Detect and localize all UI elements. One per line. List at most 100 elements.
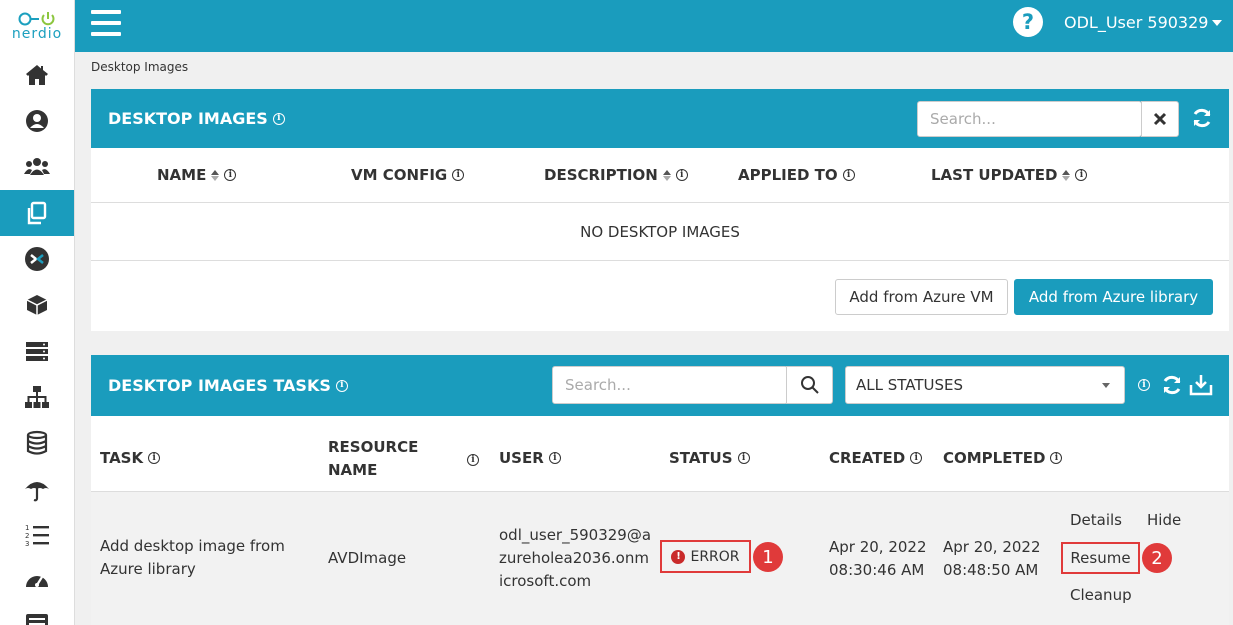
info-icon[interactable]: i	[335, 379, 348, 392]
empty-message: NO DESKTOP IMAGES	[91, 203, 1229, 261]
details-link[interactable]: Details	[1070, 511, 1122, 529]
list-alt-icon	[26, 614, 48, 625]
user-line-3: icrosoft.com	[499, 572, 592, 590]
info-icon[interactable]: i	[675, 169, 688, 181]
info-icon[interactable]: i	[224, 169, 237, 181]
col-applied-to[interactable]: APPLIED TO i	[738, 166, 855, 184]
sidebar-item-home[interactable]	[0, 52, 74, 98]
error-icon: !	[671, 549, 686, 564]
info-icon[interactable]: i	[1138, 379, 1150, 391]
sidebar-item-users[interactable]	[0, 144, 74, 190]
task-line-2: Azure library	[100, 560, 196, 578]
sidebar-item-database[interactable]	[0, 420, 74, 466]
clear-search-button[interactable]	[1141, 101, 1179, 137]
sidebar-item-list[interactable]: 123	[0, 512, 74, 558]
info-icon[interactable]: i	[1050, 452, 1063, 464]
table-row[interactable]: Add desktop image from Azure library AVD…	[91, 492, 1229, 625]
col-name[interactable]: NAME i	[157, 166, 237, 184]
refresh-button[interactable]	[1191, 107, 1213, 133]
info-icon[interactable]: i	[452, 169, 465, 181]
desktop-images-title: DESKTOP IMAGES	[108, 109, 268, 128]
svg-text:1: 1	[25, 524, 29, 532]
info-icon[interactable]: i	[1075, 169, 1088, 181]
col-vm-config[interactable]: VM CONFIG i	[351, 166, 465, 184]
col-resource-name[interactable]: RESOURCE NAME	[328, 436, 418, 482]
col-status-label: STATUS	[669, 449, 733, 467]
info-icon[interactable]: i	[148, 452, 161, 464]
info-icon[interactable]: i	[548, 452, 561, 464]
dashboard-gauge-icon	[26, 576, 48, 587]
status-badge[interactable]: ! ERROR	[660, 540, 751, 573]
sidebar-item-box[interactable]	[0, 282, 74, 328]
status-filter-select[interactable]: ALL STATUSES	[845, 366, 1125, 404]
close-icon	[1153, 112, 1167, 126]
add-from-azure-library-button[interactable]: Add from Azure library	[1014, 279, 1213, 315]
col-task[interactable]: TASK i	[100, 449, 161, 467]
created-cell: Apr 20, 2022 08:30:46 AM	[829, 536, 927, 582]
col-resource-label-2: NAME	[328, 461, 378, 479]
completed-time: 08:48:50 AM	[943, 561, 1039, 579]
sort-icon	[1062, 169, 1071, 181]
copy-icon	[27, 201, 47, 225]
user-line-2: zureholea2036.onm	[499, 549, 649, 567]
info-icon[interactable]: i	[910, 452, 923, 464]
info-icon[interactable]: i	[737, 452, 750, 464]
sidebar-item-dashboard[interactable]	[0, 558, 74, 604]
col-user-label: USER	[499, 449, 544, 467]
breadcrumb[interactable]: Desktop Images	[91, 60, 188, 74]
col-applied-to-label: APPLIED TO	[738, 166, 838, 184]
col-user[interactable]: USER i	[499, 449, 561, 467]
refresh-icon	[1193, 108, 1211, 128]
sidebar-item-network[interactable]	[0, 374, 74, 420]
sidebar-item-desktop-images[interactable]	[0, 190, 74, 236]
resume-link[interactable]: Resume	[1061, 542, 1140, 574]
desktop-images-search-input[interactable]: Search...	[917, 101, 1142, 137]
resource-cell: AVDImage	[328, 549, 407, 567]
select-caret-icon	[1102, 383, 1110, 388]
add-from-azure-vm-button[interactable]: Add from Azure VM	[835, 279, 1008, 315]
desktop-images-table-header: NAME i VM CONFIG i DESCRIPTION i APPLIED…	[91, 148, 1229, 203]
database-icon	[26, 430, 48, 455]
completed-date: Apr 20, 2022	[943, 538, 1041, 556]
sidebar-item-user[interactable]	[0, 98, 74, 144]
refresh-icon	[1163, 375, 1181, 395]
cleanup-link[interactable]: Cleanup	[1070, 586, 1132, 604]
tasks-search-input[interactable]: Search...	[552, 366, 788, 404]
col-vm-config-label: VM CONFIG	[351, 166, 448, 184]
user-line-1: odl_user_590329@a	[499, 526, 652, 544]
tasks-search-button[interactable]	[786, 366, 833, 404]
col-completed[interactable]: COMPLETED i	[943, 449, 1063, 467]
svg-text:2: 2	[25, 532, 29, 540]
sidebar-item-remote[interactable]	[0, 236, 74, 282]
svg-text:3: 3	[25, 540, 29, 548]
user-menu[interactable]: ODL_User 590329	[1064, 13, 1223, 32]
export-button[interactable]	[1188, 373, 1214, 401]
desktop-images-header: DESKTOP IMAGES i Search...	[91, 89, 1229, 148]
col-last-updated[interactable]: LAST UPDATED i	[931, 166, 1088, 184]
hamburger-menu-icon[interactable]	[91, 10, 121, 36]
download-icon	[1189, 375, 1213, 396]
sidebar-item-servers[interactable]	[0, 328, 74, 374]
tasks-refresh-button[interactable]	[1161, 374, 1183, 400]
search-icon	[800, 376, 819, 394]
sidebar-item-list-alt[interactable]	[0, 604, 74, 625]
sort-icon	[662, 169, 671, 181]
col-description[interactable]: DESCRIPTION i	[544, 166, 688, 184]
top-bar: ? ODL_User 590329	[75, 0, 1233, 52]
help-icon[interactable]: ?	[1013, 7, 1043, 37]
hide-link[interactable]: Hide	[1147, 511, 1181, 529]
created-time: 08:30:46 AM	[829, 561, 925, 579]
remote-desktop-icon	[25, 247, 49, 271]
sidebar-item-backup[interactable]	[0, 466, 74, 512]
list-ol-icon: 123	[25, 524, 49, 548]
nerdio-logo[interactable]: nerdio	[0, 0, 74, 52]
info-icon[interactable]: i	[842, 169, 855, 181]
network-icon	[25, 386, 49, 408]
created-date: Apr 20, 2022	[829, 538, 927, 556]
panel-title: DESKTOP IMAGES i	[108, 109, 285, 128]
info-icon[interactable]: i	[272, 112, 285, 125]
col-created[interactable]: CREATED i	[829, 449, 923, 467]
sort-icon	[211, 169, 220, 181]
col-status[interactable]: STATUS i	[669, 449, 750, 467]
info-icon[interactable]: i	[467, 454, 479, 466]
